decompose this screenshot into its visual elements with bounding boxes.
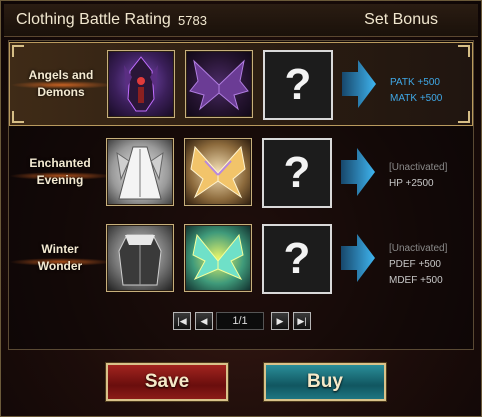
bonus-stat: HP +2500	[389, 178, 434, 189]
set-row-enchanted-evening[interactable]: Enchanted Evening ? [Unactivated] HP +25…	[9, 130, 471, 212]
clothing-panel: Clothing Battle Rating 5783 Set Bonus An…	[0, 0, 482, 417]
set-name: Winter Wonder	[15, 241, 105, 275]
pager: |◀ ◀ 1/1 ▶ ▶|	[1, 312, 481, 330]
arrow-right-icon	[341, 234, 375, 282]
unknown-item-slot[interactable]: ?	[262, 138, 332, 208]
next-page-button[interactable]: ▶	[271, 312, 289, 330]
white-dress-icon	[116, 146, 164, 200]
demon-wings-icon	[189, 59, 249, 111]
arrow-right-icon	[342, 60, 376, 108]
wings-slot[interactable]	[185, 50, 253, 118]
unknown-item-slot[interactable]: ?	[262, 224, 332, 294]
first-page-button[interactable]: |◀	[173, 312, 191, 330]
page-indicator: 1/1	[216, 312, 264, 330]
set-bonus-text: [Unactivated] PDEF +500 MDEF +500	[389, 241, 447, 289]
set-name-line-2: Wonder	[37, 259, 83, 273]
set-name: Enchanted Evening	[15, 155, 105, 189]
wings-slot[interactable]	[184, 138, 252, 206]
question-mark-icon: ?	[283, 234, 311, 283]
question-mark-icon: ?	[283, 148, 311, 197]
buy-button[interactable]: Buy	[264, 363, 386, 401]
coat-slot[interactable]	[106, 224, 174, 292]
panel-title: Clothing Battle Rating	[16, 11, 171, 28]
dark-armor-icon	[124, 56, 158, 112]
corner-ornament	[458, 45, 470, 57]
bonus-stat: PATK +500	[390, 77, 440, 88]
set-bonus-text: [Unactivated] HP +2500	[389, 160, 447, 192]
butterfly-wings-icon	[190, 145, 246, 199]
unknown-item-slot[interactable]: ?	[263, 50, 333, 120]
bonus-status: [Unactivated]	[389, 243, 448, 254]
set-row-angels-and-demons[interactable]: Angels and Demons ? PATK +500 MATK +500	[9, 42, 473, 126]
set-name-line-1: Winter	[41, 242, 79, 256]
set-name-line-1: Enchanted	[29, 156, 91, 170]
fur-coat-icon	[118, 234, 162, 286]
dress-slot[interactable]	[106, 138, 174, 206]
corner-ornament	[12, 111, 24, 123]
corner-ornament	[12, 45, 24, 57]
question-mark-icon: ?	[284, 60, 312, 109]
set-name-line-2: Evening	[36, 173, 84, 187]
bonus-status: [Unactivated]	[389, 162, 448, 173]
set-name: Angels and Demons	[16, 67, 106, 101]
armor-slot[interactable]	[107, 50, 175, 118]
set-name-line-1: Angels and	[28, 68, 94, 82]
bonus-stat: PDEF +500	[389, 259, 441, 270]
save-button[interactable]: Save	[106, 363, 228, 401]
ice-wings-icon	[192, 233, 244, 281]
arrow-right-icon	[341, 148, 375, 196]
set-name-line-2: Demons	[37, 85, 85, 99]
set-row-winter-wonder[interactable]: Winter Wonder ? [Unactivated] PDEF +500	[9, 216, 471, 298]
battle-rating-value: 5783	[178, 13, 207, 28]
wings-slot[interactable]	[184, 224, 252, 292]
bonus-stat: MDEF +500	[389, 275, 443, 286]
prev-page-button[interactable]: ◀	[195, 312, 213, 330]
set-bonus-heading: Set Bonus	[364, 11, 438, 28]
last-page-button[interactable]: ▶|	[293, 312, 311, 330]
bonus-stat: MATK +500	[390, 93, 443, 104]
set-bonus-text: PATK +500 MATK +500	[390, 75, 442, 107]
corner-ornament	[458, 111, 470, 123]
panel-header: Clothing Battle Rating 5783 Set Bonus	[4, 4, 478, 37]
